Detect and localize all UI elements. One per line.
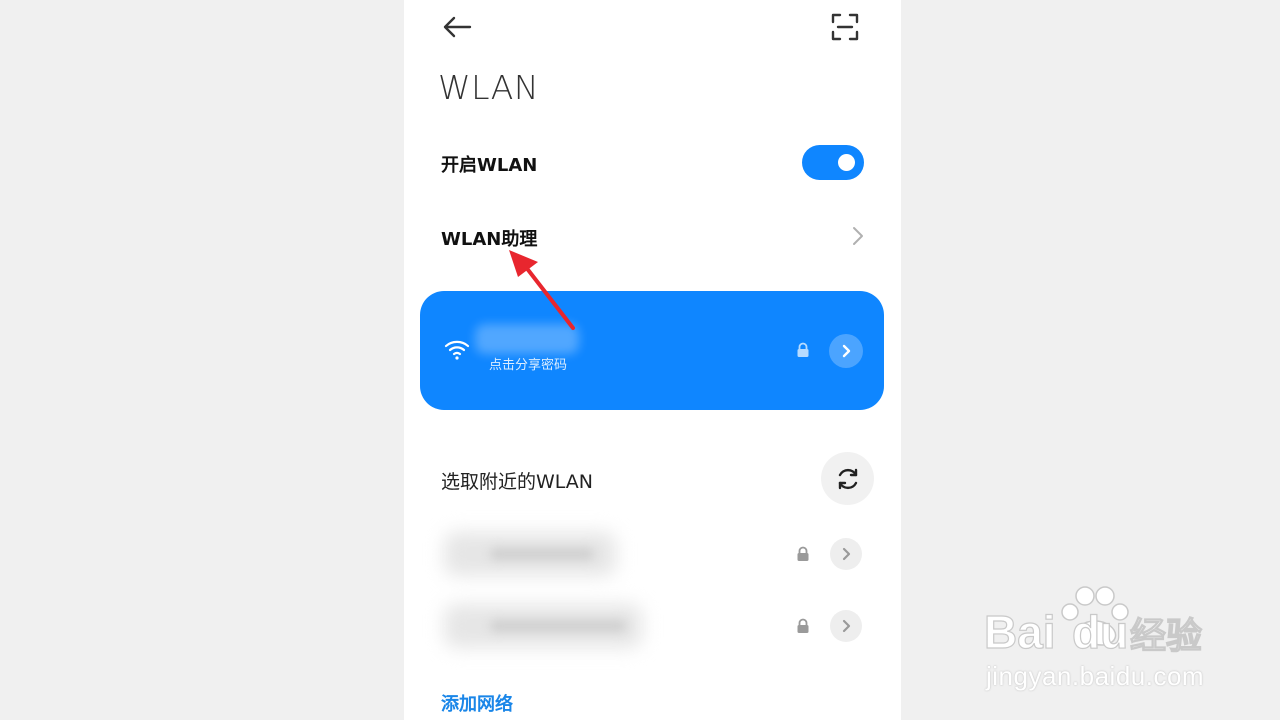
- lock-icon: [797, 546, 809, 561]
- wlan-settings-screen: WLAN 开启WLAN WLAN助理 点击分享密码 选取附近的WLAN 添加网络: [404, 0, 901, 720]
- network-name-redacted: [490, 548, 594, 560]
- page-title: WLAN: [438, 68, 540, 107]
- wifi-icon: [444, 340, 470, 360]
- chevron-right-icon: [842, 344, 851, 358]
- watermark-url: jingyan.baidu.com: [986, 661, 1205, 691]
- scan-frame-icon: [831, 13, 859, 41]
- share-password-hint: 点击分享密码: [489, 358, 568, 373]
- back-button[interactable]: [440, 10, 474, 44]
- chevron-right-icon: [842, 619, 851, 633]
- nearby-wlan-title: 选取附近的WLAN: [441, 471, 594, 493]
- wlan-assistant-row[interactable]: WLAN助理: [404, 212, 901, 262]
- enable-wlan-label: 开启WLAN: [441, 155, 538, 176]
- chevron-right-icon: [848, 224, 868, 248]
- connected-detail-button[interactable]: [829, 334, 863, 368]
- add-network-link[interactable]: 添加网络: [441, 690, 513, 716]
- lock-icon: [797, 342, 809, 357]
- connected-network-card[interactable]: 点击分享密码: [420, 291, 884, 410]
- refresh-icon: [838, 468, 857, 489]
- wlan-assistant-label: WLAN助理: [441, 229, 538, 250]
- toggle-knob: [838, 154, 855, 171]
- nearby-network-row[interactable]: [404, 526, 901, 582]
- network-detail-button[interactable]: [830, 538, 862, 570]
- network-name-redacted: [490, 620, 626, 632]
- arrow-left-icon: [443, 16, 472, 38]
- chevron-right-icon: [842, 547, 851, 561]
- refresh-button[interactable]: [821, 452, 874, 505]
- network-detail-button[interactable]: [830, 610, 862, 642]
- svg-text:Bai: Bai: [984, 606, 1056, 658]
- network-name-redacted: [475, 324, 579, 354]
- nearby-network-row[interactable]: [404, 598, 901, 654]
- svg-text:经验: 经验: [1130, 616, 1202, 657]
- svg-text:du: du: [1072, 606, 1128, 658]
- lock-icon: [797, 618, 809, 633]
- enable-wlan-toggle[interactable]: [802, 145, 864, 180]
- scan-button[interactable]: [828, 10, 862, 44]
